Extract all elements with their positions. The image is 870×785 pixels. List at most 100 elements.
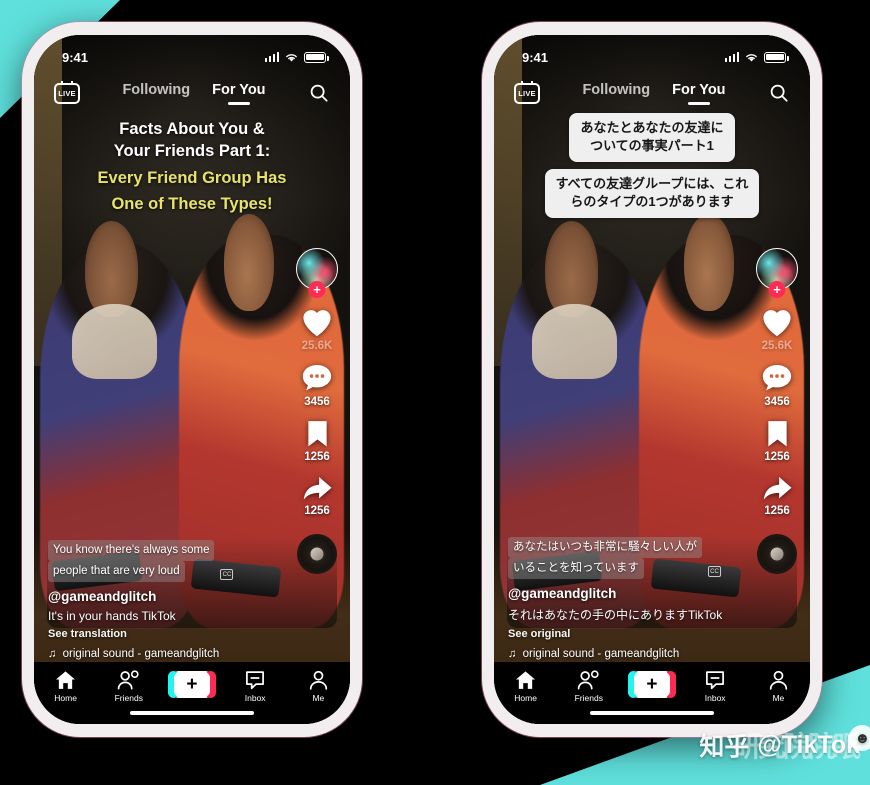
inbox-icon [246, 671, 265, 690]
tab-inbox[interactable]: Inbox [684, 670, 747, 703]
profile-icon [769, 670, 787, 690]
tab-me-label: Me [772, 693, 785, 703]
like-action[interactable]: 25.6K [760, 306, 794, 352]
translation-bubble-title: あなたとあなたの友達に ついての事実パート1 [569, 113, 735, 162]
comment-bubble-icon[interactable] [301, 363, 333, 394]
heart-icon[interactable] [300, 306, 334, 338]
translation-subtitle-line-1: すべての友達グループには、これ [555, 175, 749, 191]
tab-home-label: Home [54, 693, 77, 703]
battery-full-icon [764, 51, 789, 63]
bookmark-icon[interactable] [764, 419, 791, 449]
home-indicator[interactable] [130, 710, 254, 715]
bookmark-action[interactable]: 1256 [304, 419, 331, 463]
tab-friends[interactable]: Friends [97, 670, 160, 703]
like-count: 25.6K [761, 340, 793, 352]
tab-inbox-label: Inbox [244, 693, 266, 703]
live-label: LIVE [58, 88, 76, 98]
tab-friends[interactable]: Friends [557, 670, 620, 703]
search-icon[interactable] [308, 82, 330, 104]
phone-screen-translated: 9:41 LIVE Following For You あなたとあなたの友達に … [494, 35, 810, 724]
tab-home[interactable]: Home [34, 670, 97, 703]
subtitle-line-2: people that are very loud [48, 560, 185, 582]
create-plus-icon[interactable]: + [627, 671, 676, 698]
profile-icon [309, 670, 327, 690]
tab-home-label: Home [514, 693, 537, 703]
top-navigation-translated: LIVE Following For You [494, 73, 810, 113]
tab-following[interactable]: Following [582, 82, 650, 105]
comment-action[interactable]: 3456 [761, 363, 793, 408]
feed-tabs: Following For You [540, 82, 768, 105]
share-action[interactable]: 1256 [301, 474, 333, 517]
tab-me[interactable]: Me [287, 670, 350, 703]
tab-inbox-label: Inbox [704, 693, 726, 703]
plus-follow-icon[interactable]: + [308, 281, 326, 298]
sound-name: original sound - gameandglitch [62, 648, 220, 660]
translate-link[interactable]: See translation [48, 628, 272, 640]
home-icon [516, 671, 536, 689]
bookmark-icon[interactable] [304, 419, 331, 449]
spinning-record-icon[interactable] [757, 534, 797, 574]
overlay-subtitle-line-2: One of These Types! [111, 195, 273, 214]
tab-home[interactable]: Home [494, 670, 557, 703]
tab-for-you[interactable]: For You [212, 82, 265, 105]
translation-overlay: あなたとあなたの友達に ついての事実パート1 すべての友達グループには、これ ら… [494, 113, 810, 218]
home-indicator[interactable] [590, 710, 714, 715]
translation-title-line-1: あなたとあなたの友達に [580, 120, 724, 135]
tab-create[interactable]: + [160, 670, 223, 698]
creator-handle[interactable]: @gameandglitch [48, 589, 272, 604]
scene-person-left-head [84, 221, 139, 318]
friends-icon [118, 670, 139, 690]
tab-friends-label: Friends [574, 693, 603, 703]
share-arrow-icon[interactable] [761, 474, 793, 503]
sound-row[interactable]: ♫ original sound - gameandglitch [508, 648, 732, 660]
subtitle-line-1: あなたはいつも非常に騒々しい人が [508, 536, 702, 558]
overlay-title-line-1: Facts About You & [119, 120, 265, 138]
subtitle-line-2: いることを知っています [508, 557, 644, 579]
search-icon[interactable] [768, 82, 790, 104]
share-action[interactable]: 1256 [761, 474, 793, 517]
action-rail: + 25.6K 3456 1256 1256 [296, 248, 338, 574]
tab-for-you[interactable]: For You [672, 82, 725, 105]
creator-avatar-wrap[interactable]: + [296, 248, 338, 298]
overlay-subtitle-line-1: Every Friend Group Has [97, 168, 287, 187]
cc-badge-icon[interactable]: CC [708, 566, 721, 577]
tab-create[interactable]: + [620, 670, 683, 698]
cellular-signal-icon [724, 52, 739, 62]
comment-bubble-icon[interactable] [761, 363, 793, 394]
share-arrow-icon[interactable] [301, 474, 333, 503]
tab-me[interactable]: Me [747, 670, 810, 703]
tab-inbox[interactable]: Inbox [224, 670, 287, 703]
scene-person-left-head-2 [544, 221, 599, 318]
status-bar-translated: 9:41 [494, 35, 810, 71]
like-action[interactable]: 25.6K [300, 306, 334, 352]
heart-icon[interactable] [760, 306, 794, 338]
feed-tabs: Following For You [80, 82, 308, 105]
plus-follow-icon[interactable]: + [768, 281, 786, 298]
bookmark-action[interactable]: 1256 [764, 419, 791, 463]
live-icon[interactable]: LIVE [514, 80, 540, 104]
cc-badge-icon[interactable]: CC [220, 569, 234, 580]
video-description: それはあなたの手の中にありますTikTok [508, 608, 723, 622]
watermark: 知乎 @TikTok ☻ [699, 725, 870, 763]
live-icon[interactable]: LIVE [54, 80, 80, 104]
scene-person-left-hood-2 [531, 303, 618, 380]
video-description: It's in your hands TikTok [48, 609, 176, 623]
create-plus-icon[interactable]: + [167, 671, 216, 698]
status-bar: 9:41 [34, 35, 350, 71]
spinning-record-icon[interactable] [297, 534, 337, 574]
video-info-block: You know there's always some people that… [34, 539, 286, 660]
comment-action[interactable]: 3456 [301, 363, 333, 408]
tab-friends-label: Friends [114, 693, 143, 703]
subtitle-row: あなたはいつも非常に騒々しい人が いることを知っています CC [508, 536, 732, 579]
creator-handle[interactable]: @gameandglitch [508, 586, 732, 601]
battery-full-icon [304, 51, 329, 63]
tab-following[interactable]: Following [122, 82, 190, 105]
phone-mockup-translated: 9:41 LIVE Following For You あなたとあなたの友達に … [482, 22, 822, 737]
creator-avatar-wrap[interactable]: + [756, 248, 798, 298]
translate-link[interactable]: See original [508, 628, 732, 640]
scene-person-right-head [223, 214, 275, 311]
share-count: 1256 [764, 505, 790, 517]
create-plus-glyph: + [633, 672, 670, 697]
status-time: 9:41 [522, 49, 549, 65]
sound-row[interactable]: ♫ original sound - gameandglitch [48, 648, 272, 660]
